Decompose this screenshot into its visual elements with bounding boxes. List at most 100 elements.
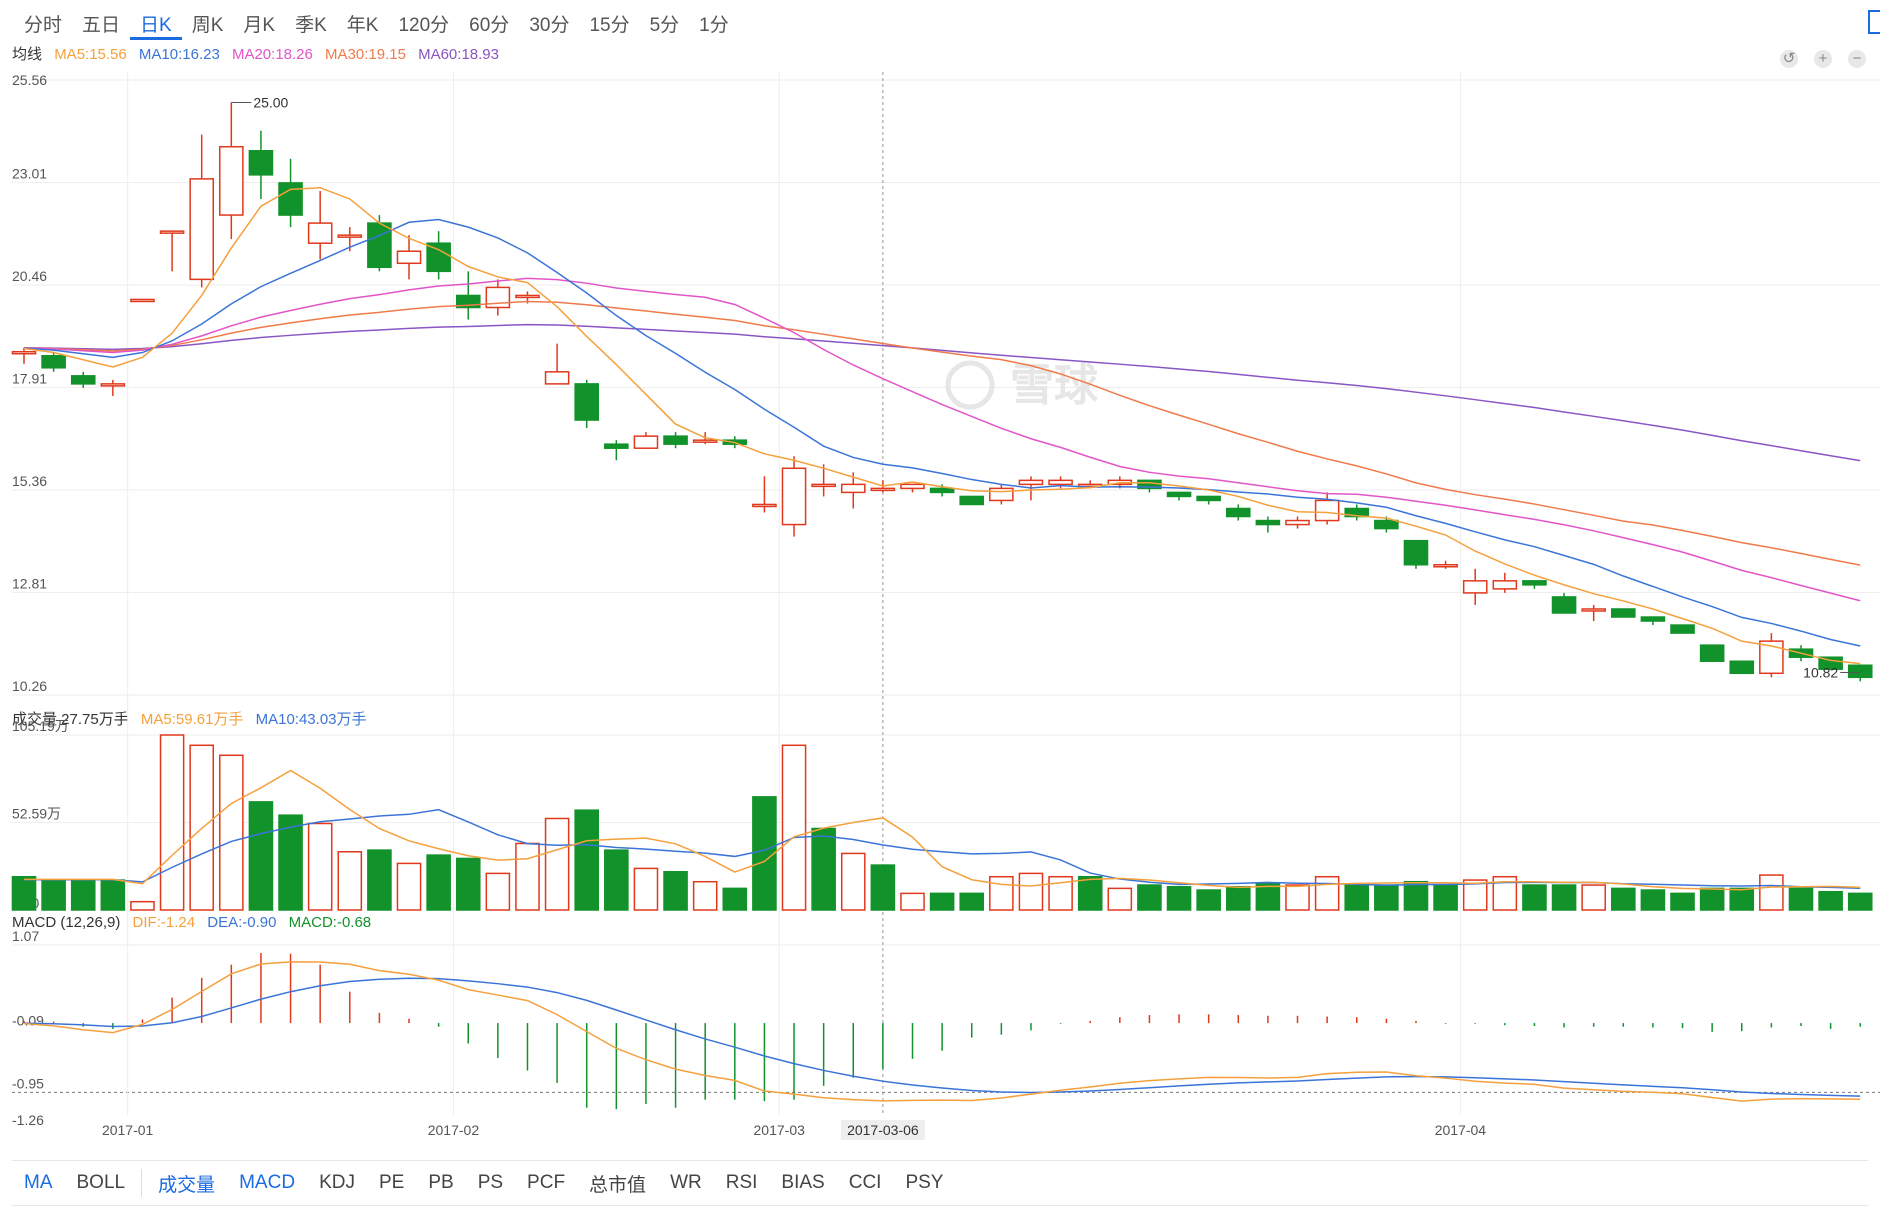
watermark-logo xyxy=(945,360,995,410)
candle-body xyxy=(337,234,363,238)
indicator-tab[interactable]: MA xyxy=(12,1172,65,1194)
indicator-tab[interactable]: PE xyxy=(367,1172,416,1194)
candle-body xyxy=(1018,479,1044,486)
candle-body xyxy=(574,383,600,421)
volume-bar xyxy=(1759,874,1784,911)
macd-tick-label: -0.09 xyxy=(12,1013,44,1029)
annotation-label: 10.82 xyxy=(1803,664,1838,680)
volume-bar xyxy=(1403,880,1429,911)
volume-bar xyxy=(752,796,777,911)
volume-bar xyxy=(574,809,600,911)
indicator-tab[interactable]: RSI xyxy=(714,1172,770,1194)
indicator-tab[interactable]: PB xyxy=(416,1172,465,1194)
candle-body xyxy=(544,371,570,385)
volume-bar xyxy=(426,854,451,911)
indicator-tab[interactable]: BOLL xyxy=(65,1172,138,1194)
candle-body xyxy=(1699,644,1725,662)
volume-bar xyxy=(515,842,540,911)
volume-bar xyxy=(1107,887,1133,911)
candle-body xyxy=(1166,491,1192,498)
volume-bar xyxy=(900,892,925,911)
volume-bar xyxy=(929,892,955,911)
volume-bar xyxy=(396,862,422,911)
indicator-tab[interactable]: CCI xyxy=(837,1172,894,1194)
candle-body xyxy=(41,354,66,369)
x-tick-label: 2017-02 xyxy=(428,1122,480,1138)
volume-bar xyxy=(1225,885,1251,911)
volume-bar xyxy=(811,827,836,911)
candle-body xyxy=(840,483,866,494)
candle-body xyxy=(1610,608,1636,618)
macd-tick-label: 1.07 xyxy=(12,928,39,944)
candle-body xyxy=(1255,519,1281,526)
volume-bar xyxy=(100,879,126,911)
candle-body xyxy=(159,230,185,234)
volume-bar xyxy=(989,875,1014,911)
crosshair-date-label: 2017-03-06 xyxy=(847,1122,919,1138)
volume-bar xyxy=(1847,892,1873,911)
watermark: 雪球 xyxy=(1010,361,1099,410)
volume-bar xyxy=(1640,889,1666,911)
volume-bar xyxy=(1374,884,1399,911)
stock-chart[interactable]: 25.56 23.01 20.46 17.91 15.36 12.81 10.26 105.1… xyxy=(0,0,1880,1160)
volume-bar xyxy=(604,849,629,911)
x-tick-label: 2017-03 xyxy=(754,1122,806,1138)
indicator-tab[interactable]: PSY xyxy=(893,1172,955,1194)
candle-body xyxy=(959,495,985,506)
indicator-tab[interactable]: KDJ xyxy=(307,1172,367,1194)
indicator-tab[interactable]: PS xyxy=(466,1172,515,1194)
indicator-tab[interactable]: BIAS xyxy=(769,1172,836,1194)
volume-bar xyxy=(455,857,481,911)
candle-body xyxy=(989,487,1014,502)
indicator-tab[interactable]: PCF xyxy=(515,1172,577,1194)
candle-body xyxy=(1433,564,1458,568)
volume-tick-label: 52.59万 xyxy=(12,806,61,822)
volume-bar xyxy=(1344,884,1370,911)
candle-body xyxy=(1581,608,1606,612)
candle-body xyxy=(1551,596,1577,614)
volume-tick-label: 105.19万 xyxy=(12,718,69,734)
volume-bar xyxy=(70,879,96,911)
volume-bar xyxy=(1699,887,1725,911)
volume-bar xyxy=(1670,892,1695,911)
candle-body xyxy=(1847,664,1873,679)
candle-body xyxy=(1462,580,1488,594)
volume-bar xyxy=(1166,885,1192,911)
ma10-line xyxy=(23,218,1861,647)
volume-bar xyxy=(41,879,66,911)
indicator-tab[interactable]: 总市值 xyxy=(577,1170,658,1197)
volume-bar xyxy=(1137,884,1162,911)
volume-bar xyxy=(1018,872,1044,911)
price-tick-label: 20.46 xyxy=(12,268,47,284)
price-tick-label: 10.26 xyxy=(12,678,47,694)
volume-bar xyxy=(1551,884,1577,911)
candle-body xyxy=(1196,495,1221,502)
price-tick-label: 25.56 xyxy=(12,72,47,88)
annotation-label: 25.00 xyxy=(253,95,288,111)
candle-body xyxy=(1670,624,1695,634)
volume-bar xyxy=(248,801,274,911)
volume-bar xyxy=(1818,890,1843,911)
indicator-tab[interactable]: MACD xyxy=(227,1172,307,1194)
volume-bar xyxy=(1433,884,1458,911)
volume-bar xyxy=(870,864,896,911)
volume-bar xyxy=(1285,884,1310,911)
candle-body xyxy=(189,178,215,281)
tab-separator xyxy=(141,1169,143,1197)
candle-body xyxy=(929,487,955,494)
candle-body xyxy=(604,443,629,449)
candle-body xyxy=(811,483,836,488)
macd-tick-label: -0.95 xyxy=(12,1075,44,1091)
volume-bar xyxy=(1581,884,1606,911)
indicator-tab[interactable]: 成交量 xyxy=(146,1170,227,1197)
candle-body xyxy=(1492,580,1518,590)
candle-body xyxy=(278,182,303,216)
indicator-tab[interactable]: WR xyxy=(658,1172,714,1194)
volume-bar xyxy=(633,867,659,911)
candle-body xyxy=(130,298,155,303)
candle-body xyxy=(1374,519,1399,530)
volume-bar xyxy=(544,817,570,911)
volume-bar xyxy=(722,887,748,911)
candle-body xyxy=(1048,479,1073,486)
price-tick-label: 23.01 xyxy=(12,166,47,182)
